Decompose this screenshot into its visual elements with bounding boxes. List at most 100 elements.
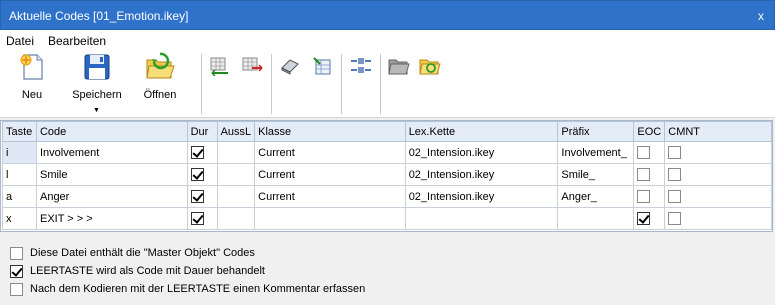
leertaste-dauer-checkbox[interactable] <box>10 264 23 278</box>
cell-eoc[interactable] <box>633 141 666 164</box>
eoc-checkbox[interactable] <box>637 146 651 159</box>
window-title: Aktuelle Codes [01_Emotion.ikey] <box>9 9 189 23</box>
cell-taste[interactable]: a <box>2 185 37 208</box>
table-row[interactable]: l Smile Current 02_Intension.ikey Smile_ <box>2 163 772 186</box>
column-header-eoc[interactable]: EOC <box>633 121 666 142</box>
cell-lex-kette[interactable] <box>404 207 559 230</box>
toolbar-separator <box>341 54 342 114</box>
menu-datei[interactable]: Datei <box>6 34 34 48</box>
option-label: LEERTASTE wird als Code mit Dauer behand… <box>30 265 265 277</box>
column-header-dur[interactable]: Dur <box>186 121 218 142</box>
cell-taste[interactable]: l <box>2 163 37 186</box>
cell-praefix[interactable]: Smile_ <box>557 163 635 186</box>
cell-lex-kette[interactable]: 02_Intension.ikey <box>404 141 559 164</box>
save-label: Speichern <box>72 89 122 101</box>
option-label: Nach dem Kodieren mit der LEERTASTE eine… <box>30 283 366 295</box>
insert-column-icon[interactable] <box>208 56 232 76</box>
cmnt-checkbox[interactable] <box>668 146 682 159</box>
cell-cmnt[interactable] <box>664 141 772 164</box>
grid-edit-icon[interactable] <box>310 56 334 76</box>
cell-eoc[interactable] <box>633 207 666 230</box>
eraser-icon[interactable] <box>278 56 302 76</box>
column-header-klasse[interactable]: Klasse <box>254 121 406 142</box>
open-button[interactable]: Öffnen <box>140 52 180 101</box>
open-label: Öffnen <box>143 89 177 101</box>
column-header-cmnt[interactable]: CMNT <box>664 121 772 142</box>
codes-table: Taste Code Dur AussL Klasse Lex.Kette Pr… <box>2 121 772 230</box>
menu-bearbeiten[interactable]: Bearbeiten <box>48 34 106 48</box>
split-column-icon[interactable] <box>349 56 373 76</box>
cell-klasse[interactable] <box>254 207 406 230</box>
table-header-row: Taste Code Dur AussL Klasse Lex.Kette Pr… <box>2 121 772 142</box>
dur-checkbox[interactable] <box>190 190 204 203</box>
eoc-checkbox[interactable] <box>637 212 651 225</box>
column-header-praefix[interactable]: Präfix <box>557 121 635 142</box>
cell-dur[interactable] <box>186 141 218 164</box>
option-master-objekt[interactable]: Diese Datei enthält die "Master Objekt" … <box>10 244 365 262</box>
cell-code[interactable]: EXIT > > > <box>35 207 188 230</box>
cmnt-checkbox[interactable] <box>668 190 682 203</box>
cell-taste[interactable]: x <box>2 207 37 230</box>
cell-praefix[interactable]: Anger_ <box>557 185 635 208</box>
column-header-taste[interactable]: Taste <box>2 121 37 142</box>
menu-bar: Datei Bearbeiten <box>0 30 775 50</box>
cell-dur[interactable] <box>186 163 218 186</box>
cell-dur[interactable] <box>186 207 218 230</box>
toolbar-separator <box>201 54 202 114</box>
cmnt-checkbox[interactable] <box>668 212 682 225</box>
cell-praefix[interactable] <box>557 207 635 230</box>
options-panel: Diese Datei enthält die "Master Objekt" … <box>10 244 365 298</box>
column-header-lex-kette[interactable]: Lex.Kette <box>404 121 559 142</box>
cell-aussl[interactable] <box>216 185 256 208</box>
cell-eoc[interactable] <box>633 185 666 208</box>
dur-checkbox[interactable] <box>190 212 204 225</box>
folder-icon[interactable] <box>387 56 411 76</box>
cell-code[interactable]: Involvement <box>35 141 188 164</box>
cmnt-checkbox[interactable] <box>668 168 682 181</box>
cell-klasse[interactable]: Current <box>254 163 406 186</box>
new-label: Neu <box>21 89 43 101</box>
table-row[interactable]: a Anger Current 02_Intension.ikey Anger_ <box>2 185 772 208</box>
cell-code[interactable]: Smile <box>35 163 188 186</box>
cell-cmnt[interactable] <box>664 185 772 208</box>
toolbar-separator <box>380 54 381 114</box>
cell-aussl[interactable] <box>216 141 256 164</box>
table-row[interactable]: x EXIT > > > <box>2 207 772 230</box>
toolbar: Neu Speichern ▼ Öffnen <box>0 50 775 118</box>
floppy-disk-icon <box>84 54 110 80</box>
new-button[interactable]: Neu <box>12 52 52 101</box>
cell-dur[interactable] <box>186 185 218 208</box>
save-button[interactable]: Speichern <box>64 52 130 101</box>
toolbar-separator <box>271 54 272 114</box>
cell-eoc[interactable] <box>633 163 666 186</box>
dur-checkbox[interactable] <box>190 168 204 181</box>
folder-link-icon[interactable] <box>418 56 442 76</box>
column-header-code[interactable]: Code <box>35 121 188 142</box>
cell-code[interactable]: Anger <box>35 185 188 208</box>
cell-taste[interactable]: i <box>2 141 37 164</box>
table-row[interactable]: i Involvement Current 02_Intension.ikey … <box>2 141 772 164</box>
cell-praefix[interactable]: Involvement_ <box>557 141 635 164</box>
folder-open-icon <box>146 52 175 79</box>
leertaste-kommentar-checkbox[interactable] <box>10 282 23 296</box>
cell-aussl[interactable] <box>216 207 256 230</box>
eoc-checkbox[interactable] <box>637 190 651 203</box>
cell-lex-kette[interactable]: 02_Intension.ikey <box>404 185 559 208</box>
cell-cmnt[interactable] <box>664 163 772 186</box>
option-leertaste-dauer[interactable]: LEERTASTE wird als Code mit Dauer behand… <box>10 262 365 280</box>
column-header-aussl[interactable]: AussL <box>216 121 256 142</box>
cell-lex-kette[interactable]: 02_Intension.ikey <box>404 163 559 186</box>
save-dropdown-arrow-icon[interactable]: ▼ <box>93 107 100 114</box>
close-icon[interactable]: x <box>754 10 768 24</box>
delete-column-icon[interactable] <box>240 56 264 76</box>
cell-klasse[interactable]: Current <box>254 141 406 164</box>
cell-klasse[interactable]: Current <box>254 185 406 208</box>
option-leertaste-kommentar[interactable]: Nach dem Kodieren mit der LEERTASTE eine… <box>10 280 365 298</box>
cell-aussl[interactable] <box>216 163 256 186</box>
title-bar: Aktuelle Codes [01_Emotion.ikey] x <box>0 0 775 30</box>
option-label: Diese Datei enthält die "Master Objekt" … <box>30 247 255 259</box>
eoc-checkbox[interactable] <box>637 168 651 181</box>
master-objekt-checkbox[interactable] <box>10 246 23 260</box>
dur-checkbox[interactable] <box>190 146 204 159</box>
cell-cmnt[interactable] <box>664 207 772 230</box>
